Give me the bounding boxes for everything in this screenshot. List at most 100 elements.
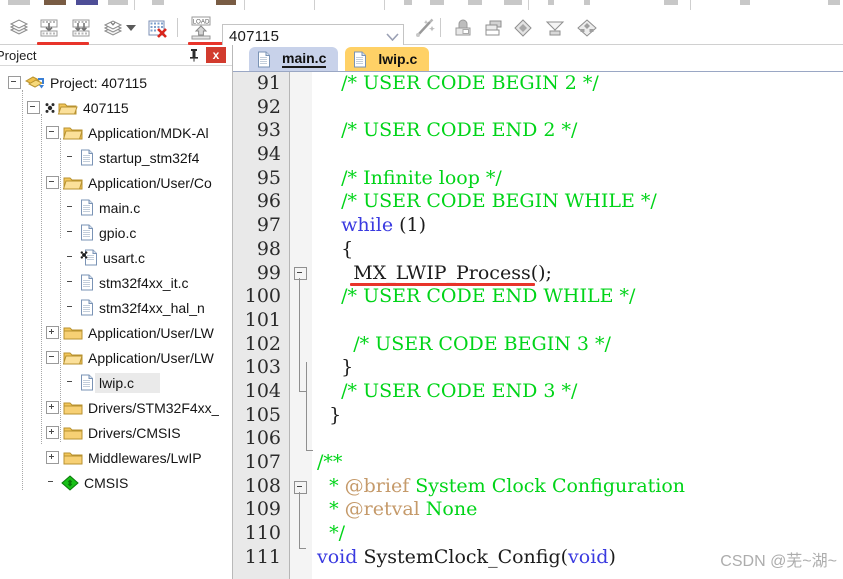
code-token: }: [317, 356, 354, 379]
tree-item[interactable]: Drivers/STM32F4xx_: [0, 395, 232, 420]
file-icon: [81, 299, 93, 316]
tree-item[interactable]: 407115: [0, 95, 232, 120]
translate-icon[interactable]: [6, 15, 32, 40]
tree-expander-minus[interactable]: [27, 101, 40, 114]
stop-build-icon[interactable]: [144, 15, 170, 40]
tab-label: main.c: [282, 50, 327, 68]
multi-project-icon[interactable]: [574, 15, 600, 40]
menu-chip: [76, 0, 98, 5]
batch-build-dropdown-icon[interactable]: [124, 15, 138, 40]
line-text: * @brief System Clock Configuration: [317, 475, 685, 499]
manage-project-icon[interactable]: [480, 15, 506, 40]
code-line: 108 * @brief System Clock Configuration: [233, 475, 843, 499]
file-icon: [81, 374, 93, 391]
line-number: 103: [244, 356, 281, 379]
tree-item[interactable]: Project: 407115: [0, 70, 232, 95]
csdn-watermark: CSDN @芜~湖~: [720, 553, 837, 570]
code-token: {: [317, 237, 354, 260]
translate-glyph: [9, 18, 29, 35]
code-line: 94: [233, 143, 843, 167]
code-token: /* USER CODE BEGIN WHILE */: [317, 190, 657, 213]
project-tree[interactable]: Project: 407115 407115 Application/MDK-Al s…: [0, 66, 232, 495]
tree-item[interactable]: gpio.c: [0, 220, 232, 245]
line-number: 92: [256, 95, 281, 118]
project-panel: Project x Project: 407115 407115 Applicati…: [0, 45, 233, 579]
batch-build-icon[interactable]: [100, 15, 126, 40]
menu-chip: [504, 0, 522, 5]
file-icon: [81, 274, 93, 291]
code-token: ): [608, 545, 616, 568]
close-icon[interactable]: x: [206, 47, 226, 63]
tree-expander-minus[interactable]: [46, 126, 59, 139]
tree-item[interactable]: stm32f4xx_hal_n: [0, 295, 232, 320]
pack-installer-icon[interactable]: [542, 15, 568, 40]
target-options-icon[interactable]: [450, 15, 476, 40]
line-number: 99: [256, 261, 281, 284]
code-token: /* USER CODE END WHILE */: [317, 285, 636, 308]
chevron-down-glyph: [385, 32, 399, 41]
menu-chip: [430, 0, 444, 5]
pin-icon[interactable]: [186, 47, 202, 63]
tree-item-label: CMSIS: [84, 474, 129, 491]
code-editor[interactable]: 91 /* USER CODE BEGIN 2 */92 93 /* USER C…: [233, 72, 843, 579]
tree-item[interactable]: Drivers/CMSIS: [0, 420, 232, 445]
tree-expander-empty: [65, 202, 76, 213]
code-token: /* USER CODE BEGIN 3 */: [317, 332, 611, 355]
tree-expander-minus[interactable]: [46, 176, 59, 189]
code-token: }: [317, 403, 342, 426]
tab-lwip-c[interactable]: lwip.c: [345, 47, 430, 71]
tree-item[interactable]: stm32f4xx_it.c: [0, 270, 232, 295]
tab-main-c[interactable]: main.c: [249, 47, 339, 71]
folder-open-icon: [63, 352, 83, 364]
cmsis-icon: [61, 474, 79, 491]
tree-item-label: startup_stm32f4: [99, 149, 200, 166]
tree-item-label: Application/User/LW: [88, 349, 214, 366]
menu-chip: [828, 0, 840, 5]
line-number: 96: [256, 190, 281, 213]
rebuild-icon[interactable]: [68, 15, 94, 40]
chevron-down-icon[interactable]: [381, 26, 403, 47]
line-text: {: [317, 238, 353, 262]
tree-expander-plus[interactable]: [46, 451, 59, 464]
tree-expander-plus[interactable]: [46, 426, 59, 439]
line-text: MX_LWIP_Process();: [317, 262, 552, 286]
components-icon[interactable]: [510, 15, 536, 40]
tree-expander-minus[interactable]: [8, 76, 21, 89]
code-line: 110 */: [233, 522, 843, 546]
line-number: 98: [256, 237, 281, 260]
tree-item-selected[interactable]: lwip.c: [0, 370, 232, 395]
menu-chip: [108, 0, 128, 5]
tree-item[interactable]: CMSIS: [0, 470, 232, 495]
tree-item[interactable]: startup_stm32f4: [0, 145, 232, 170]
tree-item-label: usart.c: [103, 249, 146, 266]
code-token: MX_LWIP_Process();: [317, 261, 552, 284]
tree-item[interactable]: Middlewares/LwIP: [0, 445, 232, 470]
tree-expander-minus[interactable]: [46, 351, 59, 364]
code-token: void: [568, 545, 609, 568]
code-token: @retval: [344, 498, 420, 521]
build-icon[interactable]: [36, 15, 62, 40]
magic-wand-glyph: [416, 18, 435, 37]
folder-icon: [63, 327, 83, 339]
multi-project-glyph: [577, 18, 597, 37]
tree-expander-plus[interactable]: [46, 326, 59, 339]
tree-item[interactable]: main.c: [0, 195, 232, 220]
tree-item[interactable]: usart.c: [0, 245, 232, 270]
tree-item-label: Application/MDK-Al: [88, 124, 209, 141]
menu-chip: [8, 0, 30, 5]
tree-item[interactable]: Application/MDK-Al: [0, 120, 232, 145]
tree-item[interactable]: Application/User/Co: [0, 170, 232, 195]
download-icon[interactable]: LOAD: [186, 15, 216, 40]
file-icon: [258, 51, 270, 67]
menu-chip: [404, 0, 412, 5]
tree-expander-plus[interactable]: [46, 401, 59, 414]
tree-item[interactable]: Application/User/LW: [0, 345, 232, 370]
project-icon: [25, 75, 44, 88]
folder-icon: [63, 402, 83, 414]
tree-item-label: Drivers/CMSIS: [88, 424, 181, 441]
tree-item[interactable]: Application/User/LW: [0, 320, 232, 345]
menu-separator: [528, 0, 529, 10]
editor-tabbar[interactable]: main.c lwip.c: [233, 45, 843, 72]
magic-wand-icon[interactable]: [412, 15, 438, 40]
code-line: 93 /* USER CODE END 2 */: [233, 119, 843, 143]
